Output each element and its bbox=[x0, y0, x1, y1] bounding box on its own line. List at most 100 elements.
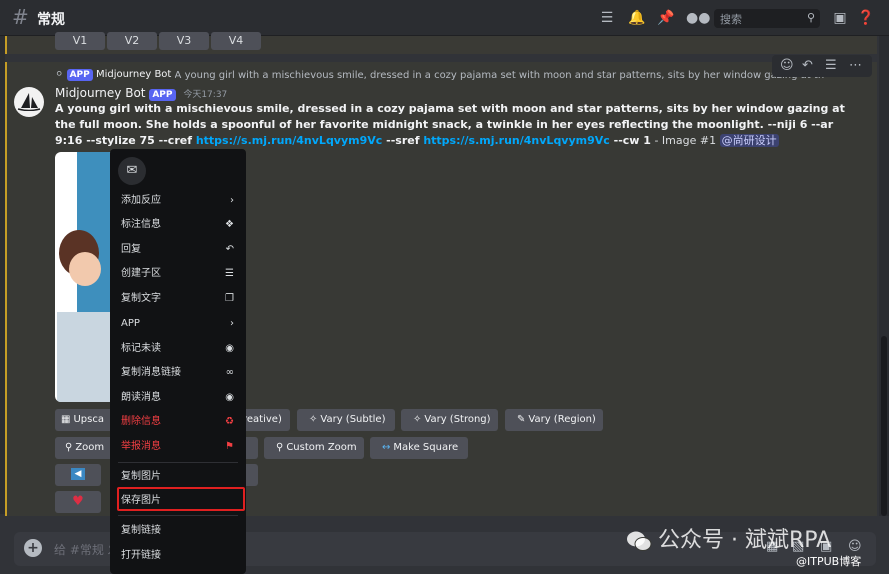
chevron-right-icon: › bbox=[230, 195, 234, 206]
menu-item-label: 打开链接 bbox=[121, 550, 161, 561]
more-icon[interactable]: ⋯ bbox=[849, 58, 862, 73]
menu-item-copy-message-link[interactable]: 复制消息链接 ∞ bbox=[110, 363, 246, 383]
custom-zoom-button[interactable]: ⚲ Custom Zoom bbox=[264, 437, 364, 459]
reply-text: A young girl with a mischievous smile, d… bbox=[174, 70, 825, 81]
speaker-icon: ◉ bbox=[225, 392, 234, 403]
message-actions-bar: ☺ ↶ ☰ ⋯ bbox=[772, 55, 872, 77]
custom-zoom-label: Custom Zoom bbox=[286, 442, 357, 453]
cref-link[interactable]: https://s.mj.run/4nvLqvym9Vc bbox=[196, 134, 382, 147]
v4-button[interactable]: V4 bbox=[211, 32, 261, 50]
wechat-logo-icon bbox=[627, 531, 652, 551]
image-face bbox=[69, 252, 101, 286]
scrollbar[interactable] bbox=[879, 36, 889, 516]
envelope-icon[interactable]: ✉ bbox=[118, 157, 146, 185]
pan-left-button[interactable]: ◀ bbox=[55, 464, 101, 486]
menu-item-delete[interactable]: 删除信息 ♻ bbox=[110, 412, 246, 432]
author-name[interactable]: Midjourney Bot bbox=[55, 86, 146, 100]
search-placeholder: 搜索 bbox=[720, 13, 742, 26]
reply-author: Midjourney Bot bbox=[95, 69, 172, 80]
app-badge: APP bbox=[66, 69, 93, 81]
menu-item-label: 复制消息链接 bbox=[121, 367, 181, 378]
sref-prefix: --sref bbox=[382, 134, 424, 147]
menu-item-app[interactable]: APP › bbox=[110, 314, 246, 334]
menu-item-label: 复制图片 bbox=[121, 471, 161, 482]
sref-link[interactable]: https://s.mj.run/4nvLqvym9Vc bbox=[423, 134, 609, 147]
menu-item-label: 标记未读 bbox=[121, 343, 161, 354]
vary-region-label: Vary (Region) bbox=[528, 414, 596, 425]
zoom-out-button[interactable]: ⚲ Zoom bbox=[55, 437, 115, 459]
reply-reference[interactable]: ⚪ APP Midjourney Bot A young girl with a… bbox=[55, 69, 825, 81]
user-mention[interactable]: @尚研设计 bbox=[719, 134, 779, 147]
menu-item-open-link[interactable]: 打开链接 bbox=[110, 546, 246, 566]
favorite-button[interactable]: ♥ bbox=[55, 491, 101, 513]
members-icon[interactable]: ●● bbox=[686, 10, 710, 26]
watermark-sub: @ITPUB博客 bbox=[796, 555, 862, 568]
cw-text: --cw 1 bbox=[609, 134, 651, 147]
menu-item-reply[interactable]: 回复 ↶ bbox=[110, 240, 246, 260]
menu-item-read-aloud[interactable]: 朗读消息 ◉ bbox=[110, 388, 246, 408]
upscale-label: Upsca bbox=[73, 414, 104, 425]
menu-item-report[interactable]: 举报消息 ⚑ bbox=[110, 437, 246, 457]
menu-item-add-reaction[interactable]: 添加反应 › bbox=[110, 191, 246, 211]
menu-item-copy-link[interactable]: 复制链接 bbox=[110, 521, 246, 541]
vary-subtle-button[interactable]: ✧ Vary (Subtle) bbox=[297, 409, 395, 431]
make-square-button[interactable]: ↔ Make Square bbox=[370, 437, 468, 459]
reply-icon[interactable]: ↶ bbox=[802, 58, 813, 73]
bell-icon[interactable]: 🔔 bbox=[628, 10, 646, 26]
make-square-label: Make Square bbox=[393, 442, 459, 453]
menu-item-label: 举报消息 bbox=[121, 441, 161, 452]
hashtag-icon: # bbox=[12, 5, 29, 29]
zoom-label: Zoom bbox=[75, 442, 105, 453]
add-reaction-icon[interactable]: ☺ bbox=[780, 58, 794, 73]
upscale-button[interactable]: ▦ Upsca bbox=[55, 409, 115, 431]
generated-image[interactable] bbox=[55, 152, 115, 402]
menu-item-pin[interactable]: 标注信息 ❖ bbox=[110, 215, 246, 235]
channel-header: # 常规 ☰ 🔔 📌 ●● 搜索 ⚲ ▣ ❓ bbox=[0, 0, 889, 36]
menu-item-label: 创建子区 bbox=[121, 268, 161, 279]
chevron-right-icon: › bbox=[230, 318, 234, 329]
upscale-creative-button[interactable]: reative) bbox=[240, 409, 290, 431]
v2-button[interactable]: V2 bbox=[107, 32, 157, 50]
scrollbar-thumb[interactable] bbox=[881, 336, 887, 516]
upscale-icon: ▦ bbox=[61, 414, 71, 425]
thread-icon[interactable]: ☰ bbox=[825, 58, 837, 73]
copy-icon: ❐ bbox=[225, 293, 234, 304]
v1-button[interactable]: V1 bbox=[55, 32, 105, 50]
magnifier-icon: ⚲ bbox=[276, 442, 284, 453]
channel-name: 常规 bbox=[37, 12, 65, 28]
magic-wand-icon: ✧ bbox=[413, 414, 422, 425]
image-suffix: - Image #1 bbox=[650, 134, 720, 147]
menu-item-copy-text[interactable]: 复制文字 ❐ bbox=[110, 289, 246, 309]
avatar[interactable] bbox=[14, 87, 44, 117]
timestamp: 今天17:37 bbox=[183, 90, 228, 100]
help-icon[interactable]: ❓ bbox=[857, 10, 875, 26]
menu-item-label: 回复 bbox=[121, 244, 141, 255]
menu-item-label: APP bbox=[121, 318, 140, 329]
menu-item-create-thread[interactable]: 创建子区 ☰ bbox=[110, 264, 246, 284]
menu-item-copy-image[interactable]: 复制图片 bbox=[110, 467, 246, 487]
menu-item-label: 删除信息 bbox=[121, 416, 161, 427]
menu-item-label: 添加反应 bbox=[121, 195, 161, 206]
search-input[interactable]: 搜索 ⚲ bbox=[714, 9, 820, 28]
emoji-icon[interactable]: ☺ bbox=[848, 539, 862, 554]
reply-icon: ↶ bbox=[225, 244, 234, 255]
magic-wand-icon: ✧ bbox=[309, 414, 318, 425]
app-badge: APP bbox=[149, 89, 176, 101]
message-content: A young girl with a mischievous smile, d… bbox=[55, 101, 855, 149]
v3-button[interactable]: V3 bbox=[159, 32, 209, 50]
threads-icon[interactable]: ☰ bbox=[598, 10, 616, 26]
save-image-highlight bbox=[117, 487, 245, 511]
menu-item-label: 复制链接 bbox=[121, 525, 161, 536]
pin-icon[interactable]: 📌 bbox=[657, 10, 675, 26]
thread-icon: ☰ bbox=[225, 268, 234, 279]
arrow-left-icon: ◀ bbox=[71, 468, 85, 480]
add-attachment-icon[interactable]: + bbox=[24, 539, 42, 557]
vary-strong-button[interactable]: ✧ Vary (Strong) bbox=[401, 409, 498, 431]
menu-divider bbox=[118, 462, 238, 463]
inbox-icon[interactable]: ▣ bbox=[831, 10, 849, 26]
menu-item-label: 复制文字 bbox=[121, 293, 161, 304]
image-body bbox=[57, 312, 115, 402]
vary-region-button[interactable]: ✎ Vary (Region) bbox=[505, 409, 603, 431]
watermark-text: 公众号 · 斌斌RPA bbox=[658, 528, 832, 553]
menu-item-mark-unread[interactable]: 标记未读 ◉ bbox=[110, 339, 246, 359]
